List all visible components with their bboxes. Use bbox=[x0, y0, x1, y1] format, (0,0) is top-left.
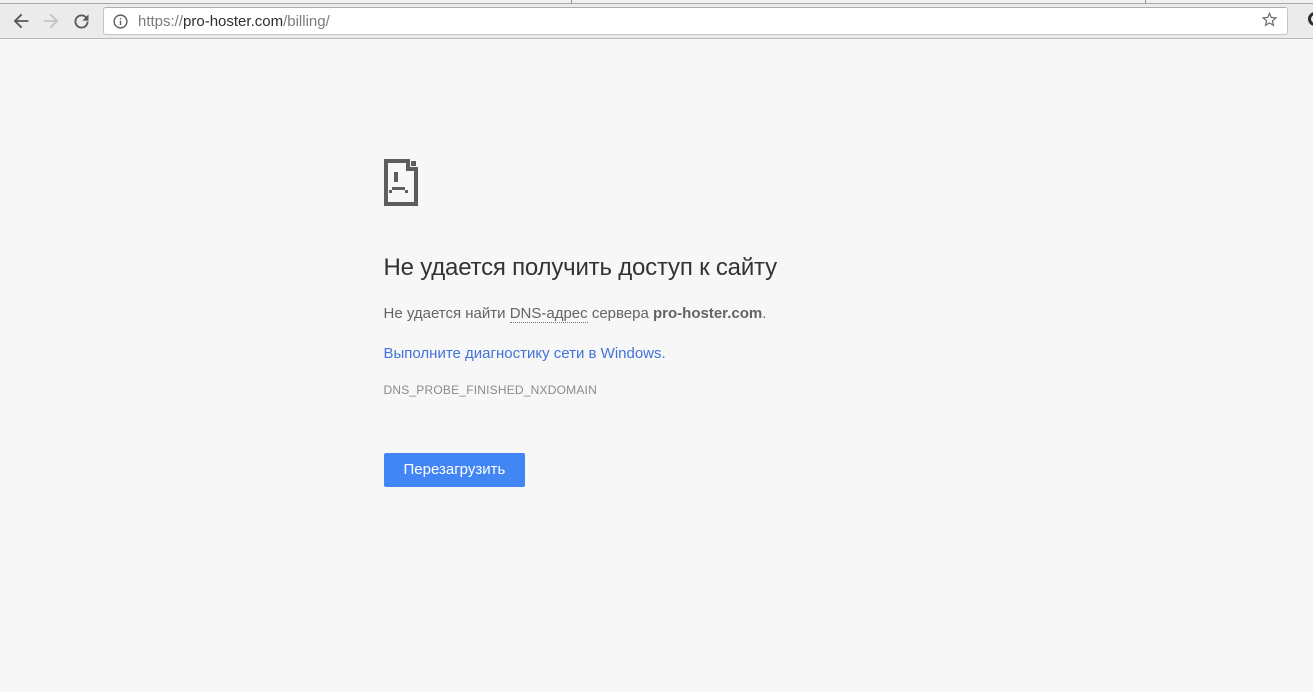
url-scheme: https:// bbox=[138, 13, 183, 30]
star-icon bbox=[1260, 10, 1279, 32]
bookmark-star-button[interactable] bbox=[1260, 10, 1279, 32]
page-info-icon[interactable] bbox=[112, 13, 129, 30]
extension-icon-partial[interactable] bbox=[1308, 12, 1313, 26]
diagnose-network-link[interactable]: Выполните диагностику сети в Windows. bbox=[384, 345, 666, 362]
error-title: Не удается получить доступ к сайту bbox=[384, 254, 930, 282]
forward-button[interactable] bbox=[38, 8, 64, 34]
reload-button[interactable] bbox=[68, 8, 94, 34]
browser-toolbar: https://pro-hoster.com/billing/ bbox=[0, 4, 1313, 39]
back-button[interactable] bbox=[8, 8, 34, 34]
error-message: Не удается найти DNS-адрес сервера pro-h… bbox=[384, 304, 930, 324]
url-host: pro-hoster.com bbox=[183, 13, 283, 30]
message-middle: сервера bbox=[588, 305, 653, 322]
error-page-content: Не удается получить доступ к сайту Не уд… bbox=[384, 39, 930, 487]
reload-icon bbox=[71, 11, 92, 32]
url-input[interactable]: https://pro-hoster.com/billing/ bbox=[138, 13, 1260, 30]
sad-page-icon bbox=[384, 159, 930, 211]
message-prefix: Не удается найти bbox=[384, 305, 510, 322]
error-code: DNS_PROBE_FINISHED_NXDOMAIN bbox=[384, 383, 930, 397]
url-path: /billing/ bbox=[283, 13, 330, 30]
message-host: pro-hoster.com bbox=[653, 305, 762, 322]
diagnose-link-line: Выполните диагностику сети в Windows. bbox=[384, 344, 930, 364]
url-bar[interactable]: https://pro-hoster.com/billing/ bbox=[103, 7, 1288, 35]
dns-term: DNS-адрес bbox=[510, 305, 588, 323]
back-icon bbox=[10, 10, 32, 32]
reload-page-button[interactable]: Перезагрузить bbox=[384, 453, 526, 487]
message-suffix: . bbox=[762, 305, 766, 322]
forward-icon bbox=[40, 10, 62, 32]
